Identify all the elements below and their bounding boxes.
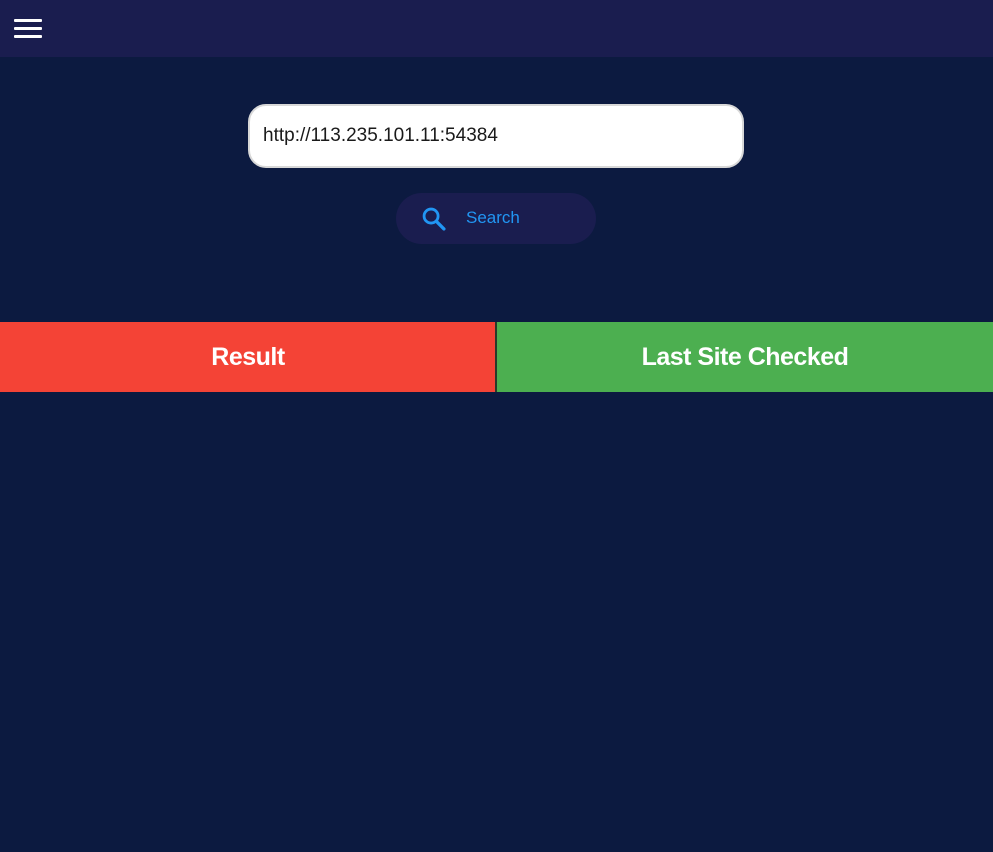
- search-button[interactable]: Search: [396, 193, 596, 244]
- tab-last-site-checked-label: Last Site Checked: [641, 342, 849, 371]
- tab-last-site-checked[interactable]: Last Site Checked: [497, 322, 993, 392]
- search-button-label: Search: [466, 208, 520, 227]
- search-icon: [422, 207, 446, 231]
- tab-result[interactable]: Result: [0, 322, 496, 392]
- url-input[interactable]: [263, 106, 723, 166]
- menu-button[interactable]: [12, 14, 44, 44]
- app-root: Search Result Last Site Checked: [0, 0, 993, 852]
- top-app-bar: [0, 0, 993, 57]
- url-field[interactable]: [248, 104, 744, 168]
- tab-result-label: Result: [211, 342, 285, 371]
